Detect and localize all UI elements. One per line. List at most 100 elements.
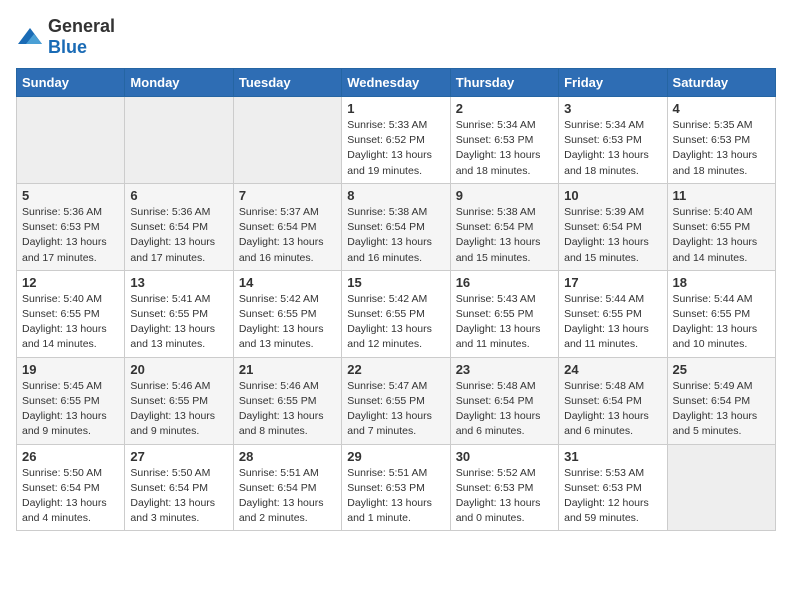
calendar-cell: 31 Sunrise: 5:53 AM Sunset: 6:53 PM Dayli… xyxy=(559,444,667,531)
calendar-cell: 6Sunrise: 5:36 AM Sunset: 6:54 PM Daylig… xyxy=(125,183,233,270)
calendar-cell: 29 Sunrise: 5:51 AM Sunset: 6:53 PM Dayli… xyxy=(342,444,450,531)
day-number: 8 xyxy=(347,188,444,203)
day-number: 10 xyxy=(564,188,661,203)
day-number: 9 xyxy=(456,188,553,203)
calendar-cell: 19Sunrise: 5:45 AM Sunset: 6:55 PM Dayli… xyxy=(17,357,125,444)
weekday-header-monday: Monday xyxy=(125,69,233,97)
calendar-table: SundayMondayTuesdayWednesdayThursdayFrid… xyxy=(16,68,776,531)
day-info: Sunrise: 5:51 AM Sunset: 6:54 PM Dayligh… xyxy=(239,466,336,527)
day-info: Sunrise: 5:46 AM Sunset: 6:55 PM Dayligh… xyxy=(130,379,227,440)
day-info: Sunrise: 5:34 AM Sunset: 6:53 PM Dayligh… xyxy=(456,118,553,179)
weekday-header-thursday: Thursday xyxy=(450,69,558,97)
day-number: 1 xyxy=(347,101,444,116)
calendar-cell: 17 Sunrise: 5:44 AM Sunset: 6:55 PM Dayli… xyxy=(559,270,667,357)
day-number: 14 xyxy=(239,275,336,290)
day-number: 16 xyxy=(456,275,553,290)
day-number: 15 xyxy=(347,275,444,290)
calendar-cell: 24Sunrise: 5:48 AM Sunset: 6:54 PM Dayli… xyxy=(559,357,667,444)
day-info: Sunrise: 5:37 AM Sunset: 6:54 PM Dayligh… xyxy=(239,205,336,266)
day-number: 24 xyxy=(564,362,661,377)
calendar-cell: 5 Sunrise: 5:36 AM Sunset: 6:53 PM Daylig… xyxy=(17,183,125,270)
weekday-header-row: SundayMondayTuesdayWednesdayThursdayFrid… xyxy=(17,69,776,97)
weekday-header-saturday: Saturday xyxy=(667,69,775,97)
day-info: Sunrise: 5:40 AM Sunset: 6:55 PM Dayligh… xyxy=(22,292,119,353)
day-info: Sunrise: 5:44 AM Sunset: 6:55 PM Dayligh… xyxy=(564,292,661,353)
calendar-cell xyxy=(125,97,233,184)
day-info: Sunrise: 5:53 AM Sunset: 6:53 PM Dayligh… xyxy=(564,466,661,527)
page-header: General Blue xyxy=(16,16,776,58)
day-info: Sunrise: 5:51 AM Sunset: 6:53 PM Dayligh… xyxy=(347,466,444,527)
calendar-cell: 15 Sunrise: 5:42 AM Sunset: 6:55 PM Dayli… xyxy=(342,270,450,357)
day-info: Sunrise: 5:35 AM Sunset: 6:53 PM Dayligh… xyxy=(673,118,770,179)
weekday-header-sunday: Sunday xyxy=(17,69,125,97)
weekday-header-friday: Friday xyxy=(559,69,667,97)
day-info: Sunrise: 5:41 AM Sunset: 6:55 PM Dayligh… xyxy=(130,292,227,353)
day-number: 30 xyxy=(456,449,553,464)
calendar-week-5: 26 Sunrise: 5:50 AM Sunset: 6:54 PM Dayli… xyxy=(17,444,776,531)
calendar-cell: 10 Sunrise: 5:39 AM Sunset: 6:54 PM Dayli… xyxy=(559,183,667,270)
weekday-header-tuesday: Tuesday xyxy=(233,69,341,97)
logo-icon xyxy=(16,26,44,48)
day-number: 21 xyxy=(239,362,336,377)
calendar-cell: 18Sunrise: 5:44 AM Sunset: 6:55 PM Dayli… xyxy=(667,270,775,357)
calendar-cell xyxy=(667,444,775,531)
calendar-cell: 14 Sunrise: 5:42 AM Sunset: 6:55 PM Dayli… xyxy=(233,270,341,357)
day-info: Sunrise: 5:43 AM Sunset: 6:55 PM Dayligh… xyxy=(456,292,553,353)
calendar-cell: 30Sunrise: 5:52 AM Sunset: 6:53 PM Dayli… xyxy=(450,444,558,531)
day-info: Sunrise: 5:36 AM Sunset: 6:54 PM Dayligh… xyxy=(130,205,227,266)
day-info: Sunrise: 5:50 AM Sunset: 6:54 PM Dayligh… xyxy=(130,466,227,527)
day-info: Sunrise: 5:42 AM Sunset: 6:55 PM Dayligh… xyxy=(347,292,444,353)
calendar-cell: 16 Sunrise: 5:43 AM Sunset: 6:55 PM Dayli… xyxy=(450,270,558,357)
calendar-cell: 28 Sunrise: 5:51 AM Sunset: 6:54 PM Dayli… xyxy=(233,444,341,531)
calendar-cell: 11Sunrise: 5:40 AM Sunset: 6:55 PM Dayli… xyxy=(667,183,775,270)
calendar-cell: 4 Sunrise: 5:35 AM Sunset: 6:53 PM Daylig… xyxy=(667,97,775,184)
day-info: Sunrise: 5:39 AM Sunset: 6:54 PM Dayligh… xyxy=(564,205,661,266)
calendar-cell: 23 Sunrise: 5:48 AM Sunset: 6:54 PM Dayli… xyxy=(450,357,558,444)
day-info: Sunrise: 5:36 AM Sunset: 6:53 PM Dayligh… xyxy=(22,205,119,266)
calendar-cell: 27 Sunrise: 5:50 AM Sunset: 6:54 PM Dayli… xyxy=(125,444,233,531)
day-info: Sunrise: 5:48 AM Sunset: 6:54 PM Dayligh… xyxy=(456,379,553,440)
day-number: 20 xyxy=(130,362,227,377)
day-info: Sunrise: 5:50 AM Sunset: 6:54 PM Dayligh… xyxy=(22,466,119,527)
day-number: 3 xyxy=(564,101,661,116)
day-number: 7 xyxy=(239,188,336,203)
calendar-cell: 25 Sunrise: 5:49 AM Sunset: 6:54 PM Dayli… xyxy=(667,357,775,444)
day-number: 23 xyxy=(456,362,553,377)
calendar-cell xyxy=(17,97,125,184)
day-number: 28 xyxy=(239,449,336,464)
calendar-cell: 3 Sunrise: 5:34 AM Sunset: 6:53 PM Daylig… xyxy=(559,97,667,184)
calendar-week-4: 19Sunrise: 5:45 AM Sunset: 6:55 PM Dayli… xyxy=(17,357,776,444)
calendar-cell: 20 Sunrise: 5:46 AM Sunset: 6:55 PM Dayli… xyxy=(125,357,233,444)
calendar-cell: 7 Sunrise: 5:37 AM Sunset: 6:54 PM Daylig… xyxy=(233,183,341,270)
calendar-cell: 21 Sunrise: 5:46 AM Sunset: 6:55 PM Dayli… xyxy=(233,357,341,444)
day-info: Sunrise: 5:42 AM Sunset: 6:55 PM Dayligh… xyxy=(239,292,336,353)
day-number: 26 xyxy=(22,449,119,464)
day-number: 13 xyxy=(130,275,227,290)
day-number: 25 xyxy=(673,362,770,377)
day-number: 4 xyxy=(673,101,770,116)
calendar-cell: 13 Sunrise: 5:41 AM Sunset: 6:55 PM Dayli… xyxy=(125,270,233,357)
day-info: Sunrise: 5:38 AM Sunset: 6:54 PM Dayligh… xyxy=(456,205,553,266)
day-number: 12 xyxy=(22,275,119,290)
day-info: Sunrise: 5:49 AM Sunset: 6:54 PM Dayligh… xyxy=(673,379,770,440)
day-number: 31 xyxy=(564,449,661,464)
calendar-cell: 1Sunrise: 5:33 AM Sunset: 6:52 PM Daylig… xyxy=(342,97,450,184)
day-number: 11 xyxy=(673,188,770,203)
calendar-cell: 12 Sunrise: 5:40 AM Sunset: 6:55 PM Dayli… xyxy=(17,270,125,357)
weekday-header-wednesday: Wednesday xyxy=(342,69,450,97)
day-number: 17 xyxy=(564,275,661,290)
day-number: 22 xyxy=(347,362,444,377)
day-number: 27 xyxy=(130,449,227,464)
day-number: 5 xyxy=(22,188,119,203)
logo: General Blue xyxy=(16,16,115,58)
day-info: Sunrise: 5:47 AM Sunset: 6:55 PM Dayligh… xyxy=(347,379,444,440)
day-number: 19 xyxy=(22,362,119,377)
calendar-week-2: 5 Sunrise: 5:36 AM Sunset: 6:53 PM Daylig… xyxy=(17,183,776,270)
day-info: Sunrise: 5:46 AM Sunset: 6:55 PM Dayligh… xyxy=(239,379,336,440)
day-number: 29 xyxy=(347,449,444,464)
day-info: Sunrise: 5:34 AM Sunset: 6:53 PM Dayligh… xyxy=(564,118,661,179)
logo-general-text: General xyxy=(48,16,115,36)
day-info: Sunrise: 5:44 AM Sunset: 6:55 PM Dayligh… xyxy=(673,292,770,353)
calendar-cell xyxy=(233,97,341,184)
calendar-cell: 9 Sunrise: 5:38 AM Sunset: 6:54 PM Daylig… xyxy=(450,183,558,270)
